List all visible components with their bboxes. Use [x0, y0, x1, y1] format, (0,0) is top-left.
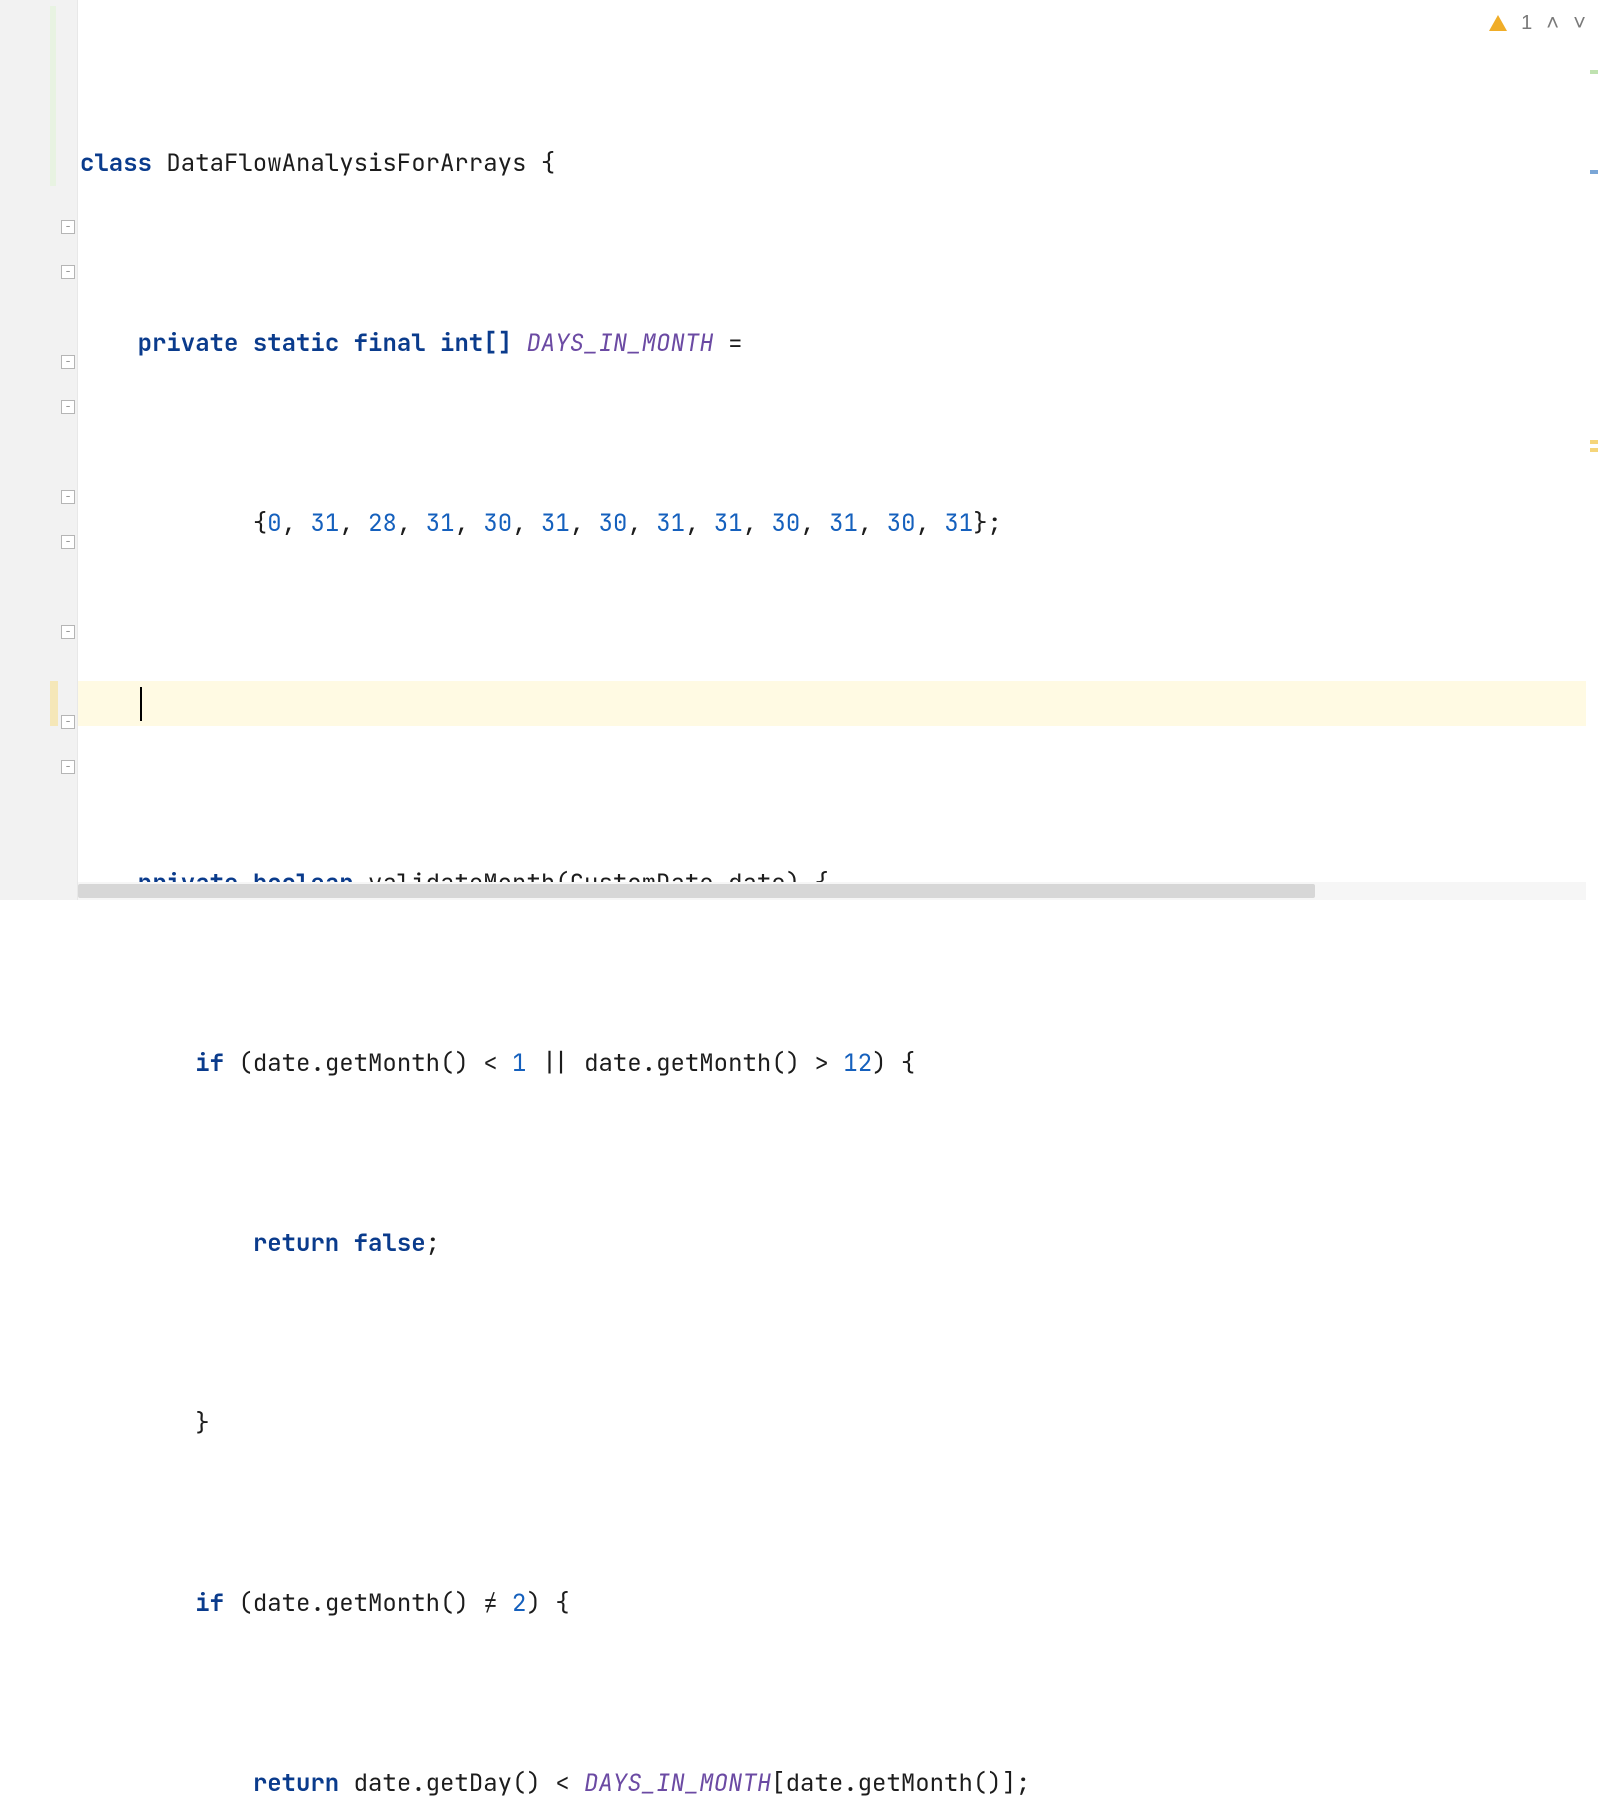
code-line[interactable]: return date.getDay() < DAYS_IN_MONTH[dat… [78, 1761, 1600, 1800]
code-line[interactable]: return false; [78, 1221, 1600, 1266]
code-line[interactable]: {0, 31, 28, 31, 30, 31, 30, 31, 31, 30, … [78, 501, 1600, 546]
keyword: return [253, 1228, 339, 1259]
fold-toggle-icon[interactable] [61, 355, 75, 369]
number: 31 [714, 508, 743, 539]
number: 28 [368, 508, 397, 539]
horizontal-scrollbar[interactable] [78, 882, 1586, 900]
class-name: DataFlowAnalysisForArrays [166, 148, 526, 179]
current-line[interactable] [78, 681, 1600, 726]
keyword: static [253, 328, 339, 359]
brace: { [541, 148, 555, 179]
fold-toggle-icon[interactable] [61, 625, 75, 639]
keyword: final [354, 328, 426, 359]
number: 31 [829, 508, 858, 539]
warning-icon [1489, 15, 1507, 31]
constant-ref: DAYS_IN_MONTH [584, 1768, 771, 1799]
code-line[interactable]: private static final int[] DAYS_IN_MONTH… [78, 321, 1600, 366]
vcs-change-marker [50, 6, 56, 186]
number: 30 [887, 508, 916, 539]
boolean-literal: false [354, 1228, 426, 1259]
stripe-marker[interactable] [1590, 440, 1598, 444]
fold-toggle-icon[interactable] [61, 490, 75, 504]
code-line[interactable]: } [78, 1401, 1600, 1446]
code-line[interactable]: if (date.getMonth() ≠ 2) { [78, 1581, 1600, 1626]
editor-gutter[interactable] [0, 0, 78, 900]
type: int[] [440, 328, 512, 359]
stripe-marker[interactable] [1590, 448, 1598, 452]
number: 30 [771, 508, 800, 539]
error-stripe[interactable] [1586, 0, 1600, 900]
next-highlight-icon[interactable]: ˅ [1573, 10, 1586, 36]
warning-count: 1 [1521, 12, 1532, 35]
code-content[interactable]: class DataFlowAnalysisForArrays { privat… [78, 0, 1600, 900]
text-caret [140, 687, 142, 721]
fold-toggle-icon[interactable] [61, 220, 75, 234]
code-line[interactable]: if (date.getMonth() < 1 || date.getMonth… [78, 1041, 1600, 1086]
brace: }; [973, 508, 1002, 539]
fold-toggle-icon[interactable] [61, 715, 75, 729]
number: 30 [483, 508, 512, 539]
code-line[interactable]: class DataFlowAnalysisForArrays { [78, 141, 1600, 186]
number: 30 [599, 508, 628, 539]
number: 31 [656, 508, 685, 539]
fold-toggle-icon[interactable] [61, 760, 75, 774]
stripe-marker[interactable] [1590, 170, 1598, 174]
number: 31 [310, 508, 339, 539]
number: 31 [944, 508, 973, 539]
fold-toggle-icon[interactable] [61, 400, 75, 414]
scrollbar-thumb[interactable] [78, 884, 1315, 898]
fold-toggle-icon[interactable] [61, 535, 75, 549]
constant-name: DAYS_IN_MONTH [526, 328, 713, 359]
code-editor[interactable]: class DataFlowAnalysisForArrays { privat… [0, 0, 1600, 900]
fold-toggle-icon[interactable] [61, 265, 75, 279]
number: 31 [426, 508, 455, 539]
keyword-class: class [80, 148, 152, 179]
stripe-marker[interactable] [1590, 70, 1598, 74]
inspections-widget[interactable]: 1 ˄ ˅ [1489, 10, 1586, 36]
number: 31 [541, 508, 570, 539]
keyword: if [195, 1588, 224, 1619]
prev-highlight-icon[interactable]: ˄ [1546, 10, 1559, 36]
keyword: return [253, 1768, 339, 1799]
brace: { [253, 508, 267, 539]
equals: = [728, 328, 742, 359]
number: 0 [267, 508, 281, 539]
keyword: if [195, 1048, 224, 1079]
keyword: private [138, 328, 239, 359]
